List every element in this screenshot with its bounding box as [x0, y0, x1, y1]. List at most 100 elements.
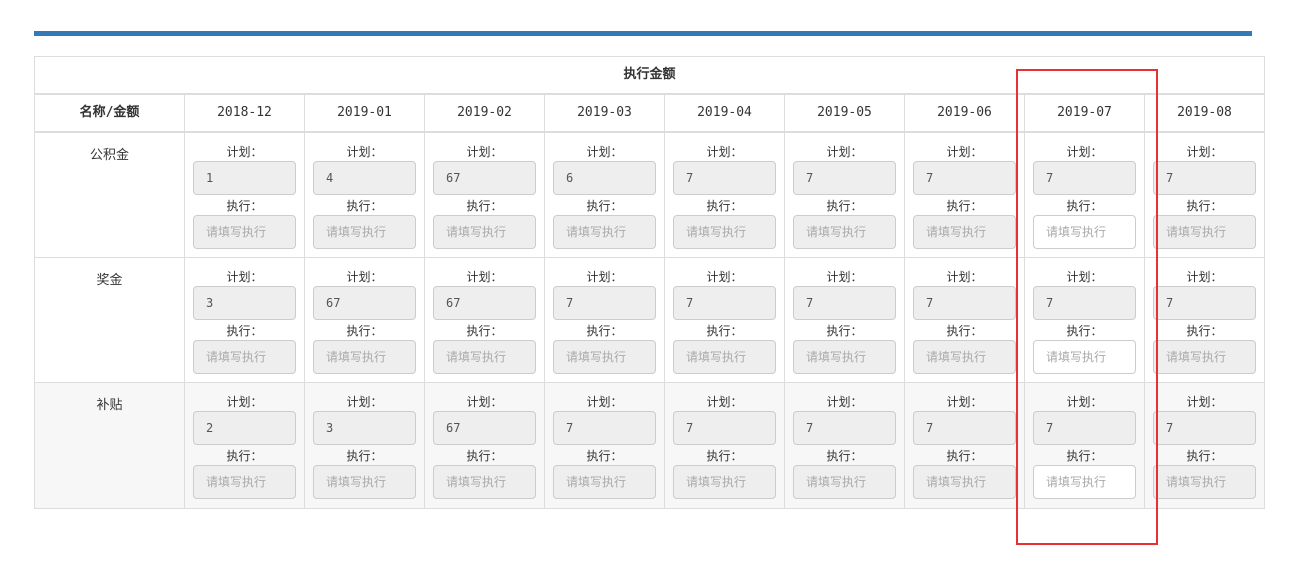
exec-input — [673, 465, 776, 499]
plan-label: 计划： — [586, 395, 623, 409]
exec-label: 执行： — [946, 199, 983, 213]
exec-label: 执行： — [1186, 449, 1223, 463]
exec-input — [1153, 215, 1256, 249]
plan-input — [553, 161, 656, 195]
plan-label: 计划： — [466, 270, 503, 284]
exec-label: 执行： — [706, 199, 743, 213]
plan-label: 计划： — [706, 395, 743, 409]
amount-cell: 计划： 执行： — [545, 383, 665, 508]
amount-cell: 计划： 执行： — [185, 383, 305, 508]
amount-cell: 计划： 执行： — [1145, 133, 1264, 257]
plan-label: 计划： — [1066, 270, 1103, 284]
month-header: 2019-02 — [425, 95, 545, 131]
exec-input — [913, 215, 1016, 249]
amount-cell: 计划： 执行： — [425, 258, 545, 382]
exec-input — [433, 465, 536, 499]
plan-input — [1033, 161, 1136, 195]
plan-input — [793, 286, 896, 320]
plan-input — [913, 286, 1016, 320]
exec-input — [193, 465, 296, 499]
month-header: 2019-06 — [905, 95, 1025, 131]
amount-cell: 计划： 执行： — [905, 133, 1025, 257]
plan-label: 计划： — [1186, 145, 1223, 159]
exec-label: 执行： — [826, 324, 863, 338]
plan-input — [193, 411, 296, 445]
plan-label: 计划： — [706, 145, 743, 159]
plan-label: 计划： — [346, 145, 383, 159]
amount-cell: 计划： 执行： — [665, 133, 785, 257]
exec-input[interactable] — [1033, 215, 1136, 249]
exec-label: 执行： — [466, 199, 503, 213]
amount-cell: 计划： 执行： — [425, 383, 545, 508]
month-header: 2018-12 — [185, 95, 305, 131]
plan-input — [433, 161, 536, 195]
plan-input — [1033, 411, 1136, 445]
plan-input — [913, 411, 1016, 445]
month-header: 2019-04 — [665, 95, 785, 131]
plan-label: 计划： — [946, 145, 983, 159]
plan-label: 计划： — [1066, 395, 1103, 409]
top-accent-bar — [34, 31, 1252, 36]
plan-label: 计划： — [226, 145, 263, 159]
plan-input — [673, 286, 776, 320]
exec-label: 执行： — [1066, 199, 1103, 213]
exec-input[interactable] — [1033, 340, 1136, 374]
plan-label: 计划： — [466, 145, 503, 159]
plan-label: 计划： — [586, 270, 623, 284]
plan-label: 计划： — [826, 395, 863, 409]
exec-input — [313, 215, 416, 249]
exec-input — [913, 465, 1016, 499]
table-row: 补贴计划：执行：计划：执行：计划：执行：计划：执行：计划：执行：计划：执行：计划… — [35, 383, 1264, 508]
amount-cell: 计划： 执行： — [185, 133, 305, 257]
table-row: 公积金计划：执行：计划：执行：计划：执行：计划：执行：计划：执行：计划：执行：计… — [35, 133, 1264, 258]
exec-input — [433, 340, 536, 374]
exec-label: 执行： — [226, 199, 263, 213]
exec-label: 执行： — [946, 324, 983, 338]
exec-label: 执行： — [466, 449, 503, 463]
amount-cell: 计划： 执行： — [305, 133, 425, 257]
exec-label: 执行： — [226, 449, 263, 463]
exec-input[interactable] — [1033, 465, 1136, 499]
plan-input — [553, 286, 656, 320]
amount-cell: 计划： 执行： — [905, 383, 1025, 508]
exec-label: 执行： — [826, 449, 863, 463]
amount-cell: 计划： 执行： — [1025, 383, 1145, 508]
plan-label: 计划： — [706, 270, 743, 284]
plan-label: 计划： — [1066, 145, 1103, 159]
plan-input — [793, 411, 896, 445]
exec-input — [313, 465, 416, 499]
plan-input — [433, 411, 536, 445]
exec-input — [193, 340, 296, 374]
plan-input — [433, 286, 536, 320]
table-row: 奖金计划：执行：计划：执行：计划：执行：计划：执行：计划：执行：计划：执行：计划… — [35, 258, 1264, 383]
plan-input — [313, 411, 416, 445]
amount-cell: 计划： 执行： — [905, 258, 1025, 382]
exec-input — [553, 465, 656, 499]
plan-input — [1153, 161, 1256, 195]
exec-label: 执行： — [1186, 199, 1223, 213]
amount-cell: 计划： 执行： — [785, 383, 905, 508]
plan-input — [313, 161, 416, 195]
exec-input — [313, 340, 416, 374]
row-name: 补贴 — [35, 383, 185, 508]
month-header: 2019-08 — [1177, 105, 1232, 120]
exec-label: 执行： — [1066, 449, 1103, 463]
amount-cell: 计划： 执行： — [1025, 133, 1145, 257]
amount-cell: 计划： 执行： — [785, 258, 905, 382]
exec-label: 执行： — [226, 324, 263, 338]
plan-label: 计划： — [826, 270, 863, 284]
plan-label: 计划： — [946, 270, 983, 284]
table-header-row: 名称/金额 2018-12 2019-01 2019-02 2019-03 2019-0… — [35, 95, 1264, 133]
exec-label: 执行： — [586, 449, 623, 463]
amount-cell: 计划： 执行： — [545, 133, 665, 257]
exec-label: 执行： — [946, 449, 983, 463]
plan-input — [193, 161, 296, 195]
exec-label: 执行： — [346, 199, 383, 213]
plan-input — [1033, 286, 1136, 320]
exec-input — [553, 340, 656, 374]
exec-input — [1153, 340, 1256, 374]
amount-cell: 计划： 执行： — [185, 258, 305, 382]
exec-input — [793, 215, 896, 249]
execution-amount-table: 执行金额 名称/金额 2018-12 2019-01 2019-02 2019-03 2… — [34, 56, 1265, 509]
exec-label: 执行： — [346, 449, 383, 463]
